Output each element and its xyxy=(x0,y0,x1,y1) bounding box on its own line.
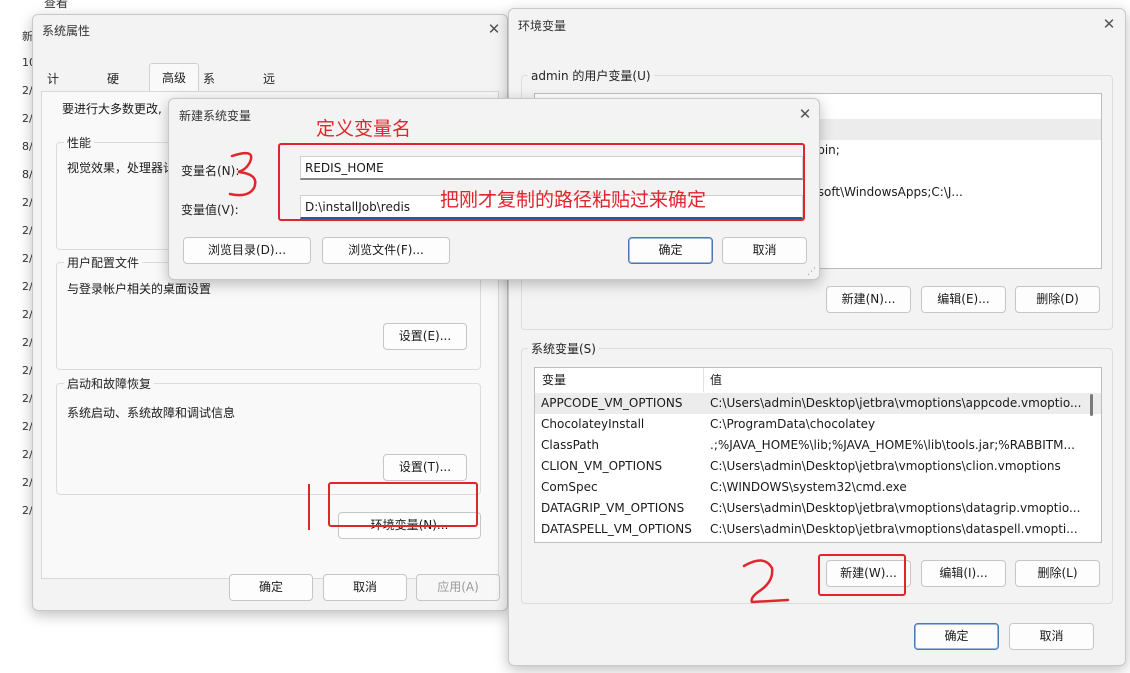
resize-grip[interactable]: ⋰ xyxy=(807,267,816,277)
tab-system-protection[interactable]: 系统保护 xyxy=(199,67,219,158)
tab-computer-name[interactable]: 计算机名 xyxy=(43,67,63,158)
cancel-button[interactable]: 取消 xyxy=(722,237,807,264)
table-row[interactable]: ComSpec C:\WINDOWS\system32\cmd.exe xyxy=(535,477,1101,498)
variable-value-cell: C:\Users\admin\Desktop\jetbra\vmoptions\… xyxy=(710,459,1061,473)
dialog-title: 环境变量 xyxy=(518,19,567,33)
user-variables-label: admin 的用户变量(U) xyxy=(528,67,654,84)
annotation-step-3 xyxy=(228,151,257,197)
table-row[interactable]: DATASPELL_VM_OPTIONS C:\Users\admin\Deskt… xyxy=(535,519,1101,540)
annotation-box-env-button xyxy=(328,482,478,527)
variable-value-label: 变量值(V): xyxy=(181,203,239,217)
tab-remote[interactable]: 远程 xyxy=(259,67,279,110)
intro-text: 要进行大多数更改, xyxy=(62,102,162,116)
user-delete-button[interactable]: 删除(D) xyxy=(1015,286,1100,313)
variable-value-cell: C:\Users\admin\Desktop\jetbra\vmoptions\… xyxy=(710,396,1082,410)
annotation-step-2 xyxy=(742,559,790,604)
cancel-button[interactable]: 取消 xyxy=(1009,623,1094,650)
table-row[interactable]: DATAGRIP_VM_OPTIONS C:\Users\admin\Deskto… xyxy=(535,498,1101,519)
tab-advanced[interactable]: 高级 xyxy=(149,63,199,92)
variable-name-cell: DATASPELL_VM_OPTIONS xyxy=(541,522,692,536)
user-new-button[interactable]: 新建(N)... xyxy=(826,286,911,313)
cancel-button[interactable]: 取消 xyxy=(323,574,407,601)
ok-button[interactable]: 确定 xyxy=(229,574,313,601)
variable-name-cell: ComSpec xyxy=(541,480,598,494)
variable-name-cell: APPCODE_VM_OPTIONS xyxy=(541,396,683,410)
startup-recovery-group: 启动和故障恢复 系统启动、系统故障和调试信息 设置(T)... xyxy=(56,375,481,495)
user-edit-button[interactable]: 编辑(E)... xyxy=(921,286,1006,313)
performance-desc: 视觉效果，处理器计 xyxy=(67,161,176,175)
column-header-variable[interactable]: 变量 xyxy=(542,368,566,392)
variable-value-cell: C:\ProgramData\chocolatey xyxy=(710,417,876,431)
apply-button[interactable]: 应用(A) xyxy=(416,574,500,601)
column-header-value[interactable]: 值 xyxy=(710,368,722,392)
variable-name-cell: ClassPath xyxy=(541,438,599,452)
system-variables-list[interactable]: 变量 值 APPCODE_VM_OPTIONS C:\Users\admin\De… xyxy=(534,367,1102,543)
variable-value-cell: C:\WINDOWS\system32\cmd.exe xyxy=(710,480,907,494)
variable-value-cell: .;%JAVA_HOME%\lib;%JAVA_HOME%\lib\tools.… xyxy=(710,438,1075,452)
startup-settings-button[interactable]: 设置(T)... xyxy=(383,454,467,481)
dialog-title: 系统属性 xyxy=(42,24,91,38)
system-variables-label: 系统变量(S) xyxy=(528,340,599,357)
profile-settings-button[interactable]: 设置(E)... xyxy=(383,323,467,350)
variable-name-cell: DATAGRIP_VM_OPTIONS xyxy=(541,501,685,515)
variable-value-cell: C:\Users\admin\Desktop\jetbra\vmoptions\… xyxy=(710,501,1081,515)
table-row[interactable]: APPCODE_VM_OPTIONS C:\Users\admin\Desktop… xyxy=(535,393,1101,414)
annotation-line xyxy=(308,484,310,530)
system-variables-group: 系统变量(S) 变量 值 APPCODE_VM_OPTIONS C:\Users\… xyxy=(521,340,1113,604)
background-top-text: 查看 xyxy=(44,0,69,10)
user-profile-desc: 与登录帐户相关的桌面设置 xyxy=(67,282,212,296)
variable-value-cell: C:\Users\admin\Desktop\jetbra\vmoptions\… xyxy=(710,522,1078,536)
browse-file-button[interactable]: 浏览文件(F)... xyxy=(322,237,450,264)
variable-name-cell: CLION_VM_OPTIONS xyxy=(541,459,663,473)
startup-recovery-desc: 系统启动、系统故障和调试信息 xyxy=(67,406,236,420)
performance-label: 性能 xyxy=(64,134,95,151)
annotation-define-name: 定义变量名 xyxy=(316,118,412,140)
system-delete-button[interactable]: 删除(L) xyxy=(1015,560,1100,587)
close-icon[interactable]: ✕ xyxy=(485,20,503,38)
close-icon[interactable]: ✕ xyxy=(796,105,814,123)
table-row[interactable]: ChocolateyInstall C:\ProgramData\chocolat… xyxy=(535,414,1101,435)
variable-name-cell: ChocolateyInstall xyxy=(541,417,645,431)
column-divider xyxy=(703,368,704,392)
table-row[interactable]: ClassPath .;%JAVA_HOME%\lib;%JAVA_HOME%\l… xyxy=(535,435,1101,456)
system-edit-button[interactable]: 编辑(I)... xyxy=(921,560,1006,587)
table-row[interactable]: CLION_VM_OPTIONS C:\Users\admin\Desktop\j… xyxy=(535,456,1101,477)
annotation-paste-path: 把刚才复制的路径粘贴过来确定 xyxy=(440,189,707,211)
browse-directory-button[interactable]: 浏览目录(D)... xyxy=(183,237,311,264)
close-icon[interactable]: ✕ xyxy=(1100,15,1118,33)
startup-recovery-label: 启动和故障恢复 xyxy=(64,375,155,392)
scrollbar[interactable] xyxy=(1090,394,1093,416)
user-profile-label: 用户配置文件 xyxy=(64,254,143,271)
annotation-box-new-button xyxy=(818,554,906,596)
tab-hardware[interactable]: 硬件 xyxy=(103,67,123,110)
ok-button[interactable]: 确定 xyxy=(914,623,999,650)
dialog-title: 新建系统变量 xyxy=(179,109,252,123)
ok-button[interactable]: 确定 xyxy=(628,237,713,264)
